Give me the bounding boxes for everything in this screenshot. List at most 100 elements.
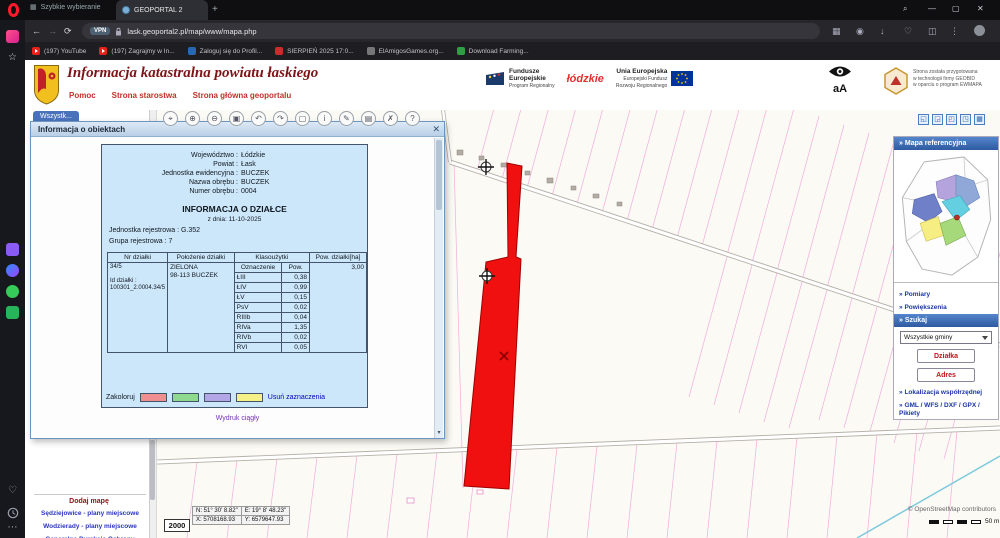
powiekszenia-link[interactable]: » Powiększenia [894,301,998,314]
url-text[interactable]: lask.geoportal2.pl/map/www/mapa.php [127,27,256,36]
whatsapp-icon[interactable] [6,285,19,298]
colorize-swatch-red[interactable] [140,393,167,402]
back-button[interactable]: ← [32,26,41,36]
maximize-button[interactable]: ▢ [952,4,960,13]
dzialka-button[interactable]: Działka [917,349,975,363]
bookmark-item[interactable]: SIERPIEŃ 2025 17:0... [275,47,353,55]
scrollbar-thumb[interactable] [150,440,155,500]
zoom-out-button[interactable]: ⊖ [207,111,222,126]
favorites-icon[interactable]: ♡ [904,26,912,37]
layout-button[interactable]: ◲ [932,114,943,125]
layout-button[interactable]: ▦ [974,114,985,125]
coord-e: E: 19° 8' 48.23" [241,507,289,516]
browser-tab-bar: ▦ Szybkie wybieranie GEOPORTAL 2 + ⌕ — ▢… [0,0,1000,20]
reload-button[interactable]: ⟳ [64,26,72,37]
continuous-print-link[interactable]: Wydruk ciągły [31,415,444,422]
vpn-badge[interactable]: VPN [90,27,110,35]
panel-icon[interactable]: ◫ [928,26,937,37]
my-flow-icon[interactable] [6,30,19,43]
gml-export-link[interactable]: » GML / WFS / DXF / GPX / Pikiety [894,399,998,419]
dialog-scrollbar[interactable]: ▾ [434,138,443,438]
close-button[interactable]: ✕ [977,4,984,13]
colorize-row: Zakoloruj Usuń zaznaczenia [106,393,325,402]
scrollbar-thumb[interactable] [436,140,442,210]
layout-button[interactable]: ◳ [960,114,971,125]
header-links: Pomoc Strona starostwa Strona główna geo… [69,91,291,100]
minimize-button[interactable]: — [928,4,936,13]
bookmark-item[interactable]: ElAmigosGames.org... [367,47,444,55]
bookmark-item[interactable]: (197) Zagrajmy w In... [99,47,174,55]
scroll-down-icon[interactable]: ▾ [435,428,443,438]
starostwo-link[interactable]: Strona starostwa [112,91,177,100]
bookmark-item[interactable]: (197) YouTube [32,47,86,55]
layout-button[interactable]: ◰ [946,114,957,125]
menu-link-wodzierady[interactable]: Wodzierady - plany miejscowe [32,523,148,531]
messaging-app-icon[interactable] [6,306,19,319]
bookmark-item[interactable]: Zaloguj się do Profil... [188,47,263,55]
bookmark-item[interactable]: Download Farming... [457,47,529,55]
menu-dots-icon[interactable]: ⋮ [950,26,959,37]
speed-dial-button[interactable]: ▦ Szybkie wybieranie [30,3,101,11]
clear-selection-button[interactable]: ✗ [383,111,398,126]
grid-icon: ▦ [30,3,37,11]
messenger-icon[interactable] [6,264,19,277]
clear-selection-link[interactable]: Usuń zaznaczenia [268,394,325,401]
search-area: Wszystkie gminy Działka Adres [894,327,998,386]
coordinates-table: N: 51° 30' 8.82" E: 19° 8' 48.23" X: 570… [192,506,290,525]
eu-flag-logo: Unia EuropejskaEuropejski FunduszRozwoju… [616,68,693,89]
profile-avatar[interactable] [974,25,985,36]
address-bar: ← → ⟳ VPN lask.geoportal2.pl/map/www/map… [0,20,1000,42]
pan-tool-button[interactable]: ⌖ [163,111,178,126]
colorize-swatch-green[interactable] [172,393,199,402]
url-field[interactable]: VPN lask.geoportal2.pl/map/www/mapa.php [82,23,820,39]
measure-tool-button[interactable]: ✎ [339,111,354,126]
gmina-select[interactable]: Wszystkie gminy [900,331,992,344]
zoom-in-button[interactable]: ⊕ [185,111,200,126]
next-view-button[interactable]: ↷ [273,111,288,126]
colorize-label: Zakoloruj [106,394,135,401]
tab-geoportal[interactable]: GEOPORTAL 2 [116,0,208,20]
coord-n: N: 51° 30' 8.82" [193,507,242,516]
reference-map-header[interactable]: » Mapa referencyjna [894,137,998,150]
layout-button[interactable]: ◱ [918,114,929,125]
instagram-icon[interactable] [6,243,19,256]
download-icon[interactable]: ↓ [880,26,885,36]
info-tool-button[interactable]: i [317,111,332,126]
add-map-header: Dodaj mapę [30,498,148,505]
previous-view-button[interactable]: ↶ [251,111,266,126]
colorize-swatch-purple[interactable] [204,393,231,402]
parcel-location-cell: ZIELONA 98-113 BUCZEK [168,263,235,353]
map-toolbar: ⌖ ⊕ ⊖ ▣ ↶ ↷ ▢ i ✎ ▤ ✗ ? [163,111,420,126]
snapshot-icon[interactable]: ◉ [856,26,864,37]
menu-link-sedziejowice[interactable]: Sędziejowice - plany miejscowe [32,510,148,518]
map-scale-input[interactable]: 2000 [164,519,190,532]
select-tool-button[interactable]: ▢ [295,111,310,126]
bookmarks-bar: (197) YouTube (197) Zagrajmy w In... Zal… [0,42,1000,60]
osm-attribution[interactable]: © OpenStreetMap contributors [908,506,996,513]
bookmarks-star-icon[interactable]: ☆ [6,52,19,63]
search-header[interactable]: » Szukaj [894,314,998,327]
eu-logos: FunduszeEuropejskieProgram Regionalny łó… [485,68,693,89]
print-button[interactable]: ▤ [361,111,376,126]
contrast-eye-icon[interactable] [828,65,852,78]
sidebar-settings-icon[interactable]: ⋯ [6,522,19,533]
forward-button[interactable]: → [48,26,57,36]
opera-logo-icon[interactable] [8,3,19,17]
adres-button[interactable]: Adres [917,368,975,382]
help-button[interactable]: ? [405,111,420,126]
globe-favicon [122,6,130,14]
coord-x: X: 5708168.93 [193,516,242,525]
tab-search-icon[interactable]: ⌕ [903,4,907,14]
speed-dial-icon[interactable]: ▦ [832,26,841,37]
font-size-control[interactable]: aA [828,83,852,95]
colorize-swatch-yellow[interactable] [236,393,263,402]
geoportal-home-link[interactable]: Strona główna geoportalu [193,91,292,100]
help-link[interactable]: Pomoc [69,91,96,100]
likes-heart-icon[interactable]: ♡ [6,485,19,496]
pomiary-link[interactable]: » Pomiary [894,288,998,301]
full-extent-button[interactable]: ▣ [229,111,244,126]
lokalizacja-link[interactable]: » Lokalizacja współrzędnej [894,386,998,399]
dialog-close-icon[interactable]: ✕ [432,124,440,135]
reference-map-thumbnail[interactable] [894,150,998,283]
new-tab-button[interactable]: + [212,4,218,15]
